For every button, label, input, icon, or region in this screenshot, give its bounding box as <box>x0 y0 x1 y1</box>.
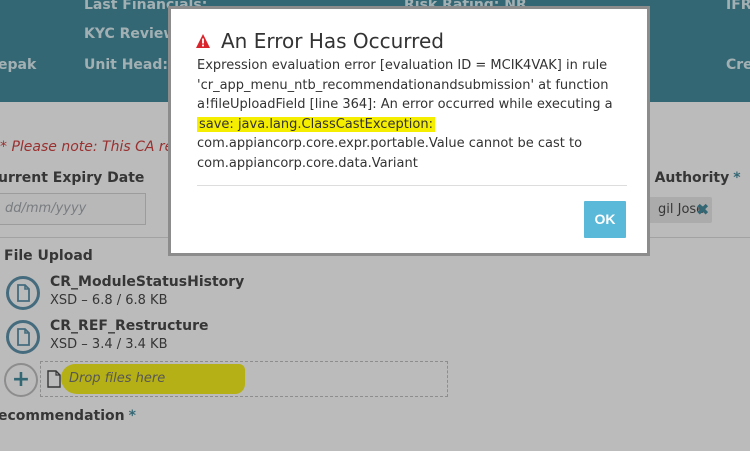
dialog-divider <box>197 185 627 186</box>
message-highlight: save: java.lang.ClassCastException: <box>197 116 435 132</box>
dialog-message: Expression evaluation error [evaluation … <box>197 56 627 173</box>
ok-button[interactable]: OK <box>584 201 626 238</box>
message-text-cont: com.appiancorp.core.expr.portable.Value … <box>197 136 583 171</box>
warning-icon <box>196 34 210 48</box>
message-text: Expression evaluation error [evaluation … <box>197 58 613 112</box>
dialog-title: An Error Has Occurred <box>221 29 444 53</box>
error-dialog: An Error Has Occurred Expression evaluat… <box>168 6 650 256</box>
